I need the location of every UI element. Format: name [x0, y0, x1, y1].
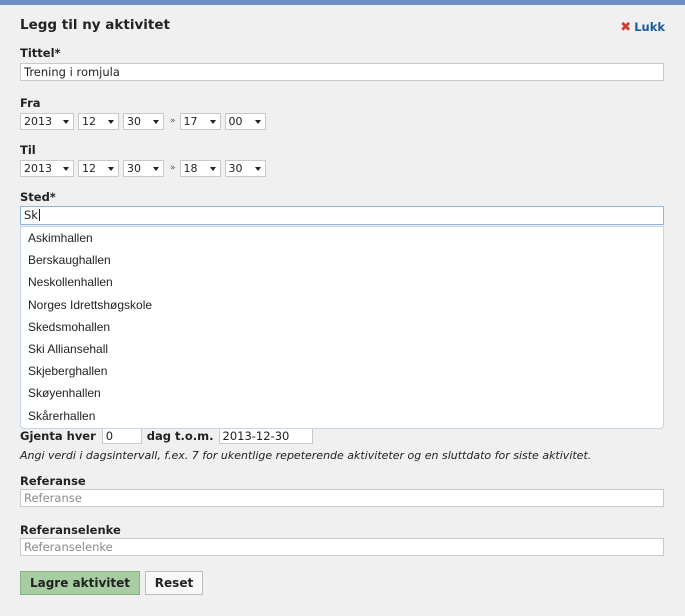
dialog-title: Legg til ny aktivitet — [20, 17, 170, 33]
referanse-label: Referanse — [20, 474, 86, 488]
fra-label: Fra — [20, 96, 41, 110]
til-minute-select[interactable]: 30 — [224, 159, 266, 177]
sted-label: Sted* — [20, 190, 56, 204]
x-icon: ✖ — [620, 19, 632, 35]
til-hour-select[interactable]: 18 — [179, 159, 221, 177]
tittel-label: Tittel* — [20, 46, 61, 60]
tittel-input[interactable]: Trening i romjula — [20, 63, 664, 81]
gjenta-label: Gjenta hver — [20, 428, 96, 443]
chevron-down-icon — [209, 166, 216, 171]
list-item[interactable]: Askimhallen — [21, 227, 663, 249]
referanse-input[interactable]: Referanse — [20, 489, 664, 507]
gjenta-interval-input[interactable]: 0 — [101, 427, 142, 444]
til-label: Til — [20, 143, 36, 157]
save-button[interactable]: Lagre aktivitet — [20, 571, 140, 595]
til-datetime: 2013 12 30 » 18 30 — [20, 159, 270, 177]
time-separator: » — [170, 116, 176, 126]
sted-input[interactable]: Sk — [20, 206, 664, 225]
sted-autocomplete-list: Askimhallen Berskaughallen Neskollenhall… — [20, 226, 664, 429]
chevron-down-icon — [63, 119, 69, 124]
fra-year-select[interactable]: 2013 — [20, 112, 74, 130]
list-item[interactable]: Berskaughallen — [21, 249, 663, 271]
til-year-select[interactable]: 2013 — [20, 159, 74, 177]
referanselenke-input[interactable]: Referanselenke — [20, 538, 664, 556]
chevron-down-icon — [153, 166, 159, 171]
list-item[interactable]: Norges Idrettshøgskole — [21, 294, 663, 316]
reset-button[interactable]: Reset — [145, 571, 203, 595]
chevron-down-icon — [209, 119, 216, 124]
dag-tom-date-input[interactable]: 2013-12-30 — [218, 427, 313, 444]
text-cursor — [38, 209, 40, 221]
chevron-down-icon — [108, 119, 114, 124]
list-item[interactable]: Skedsmohallen — [21, 316, 663, 338]
top-accent-bar — [0, 0, 685, 5]
til-month-select[interactable]: 12 — [78, 159, 119, 177]
list-item[interactable]: Neskollenhallen — [21, 271, 663, 293]
dag-tom-label: dag t.o.m. — [146, 428, 214, 443]
til-day-select[interactable]: 30 — [123, 159, 164, 177]
referanselenke-label: Referanselenke — [20, 523, 121, 537]
list-item[interactable]: Skøyenhallen — [21, 382, 663, 404]
chevron-down-icon — [108, 166, 114, 171]
fra-minute-select[interactable]: 00 — [224, 112, 266, 130]
close-label: Lukk — [634, 20, 665, 34]
list-item[interactable]: Ski Alliansehall — [21, 338, 663, 360]
fra-hour-select[interactable]: 17 — [179, 112, 221, 130]
time-separator: » — [170, 163, 176, 173]
list-item[interactable]: Skjeberghallen — [21, 360, 663, 382]
fra-day-select[interactable]: 30 — [123, 112, 164, 130]
chevron-down-icon — [153, 119, 159, 124]
chevron-down-icon — [254, 166, 261, 171]
fra-month-select[interactable]: 12 — [78, 112, 119, 130]
gjenta-row: Gjenta hver 0 dag t.o.m. 2013-12-30 — [20, 427, 313, 444]
list-item[interactable]: Skårerhallen — [21, 405, 663, 427]
chevron-down-icon — [63, 166, 69, 171]
gjenta-hint: Angi verdi i dagsintervall, f.ex. 7 for … — [20, 449, 592, 462]
chevron-down-icon — [254, 119, 261, 124]
fra-datetime: 2013 12 30 » 17 00 — [20, 112, 270, 130]
close-link[interactable]: ✖ Lukk — [620, 20, 665, 34]
